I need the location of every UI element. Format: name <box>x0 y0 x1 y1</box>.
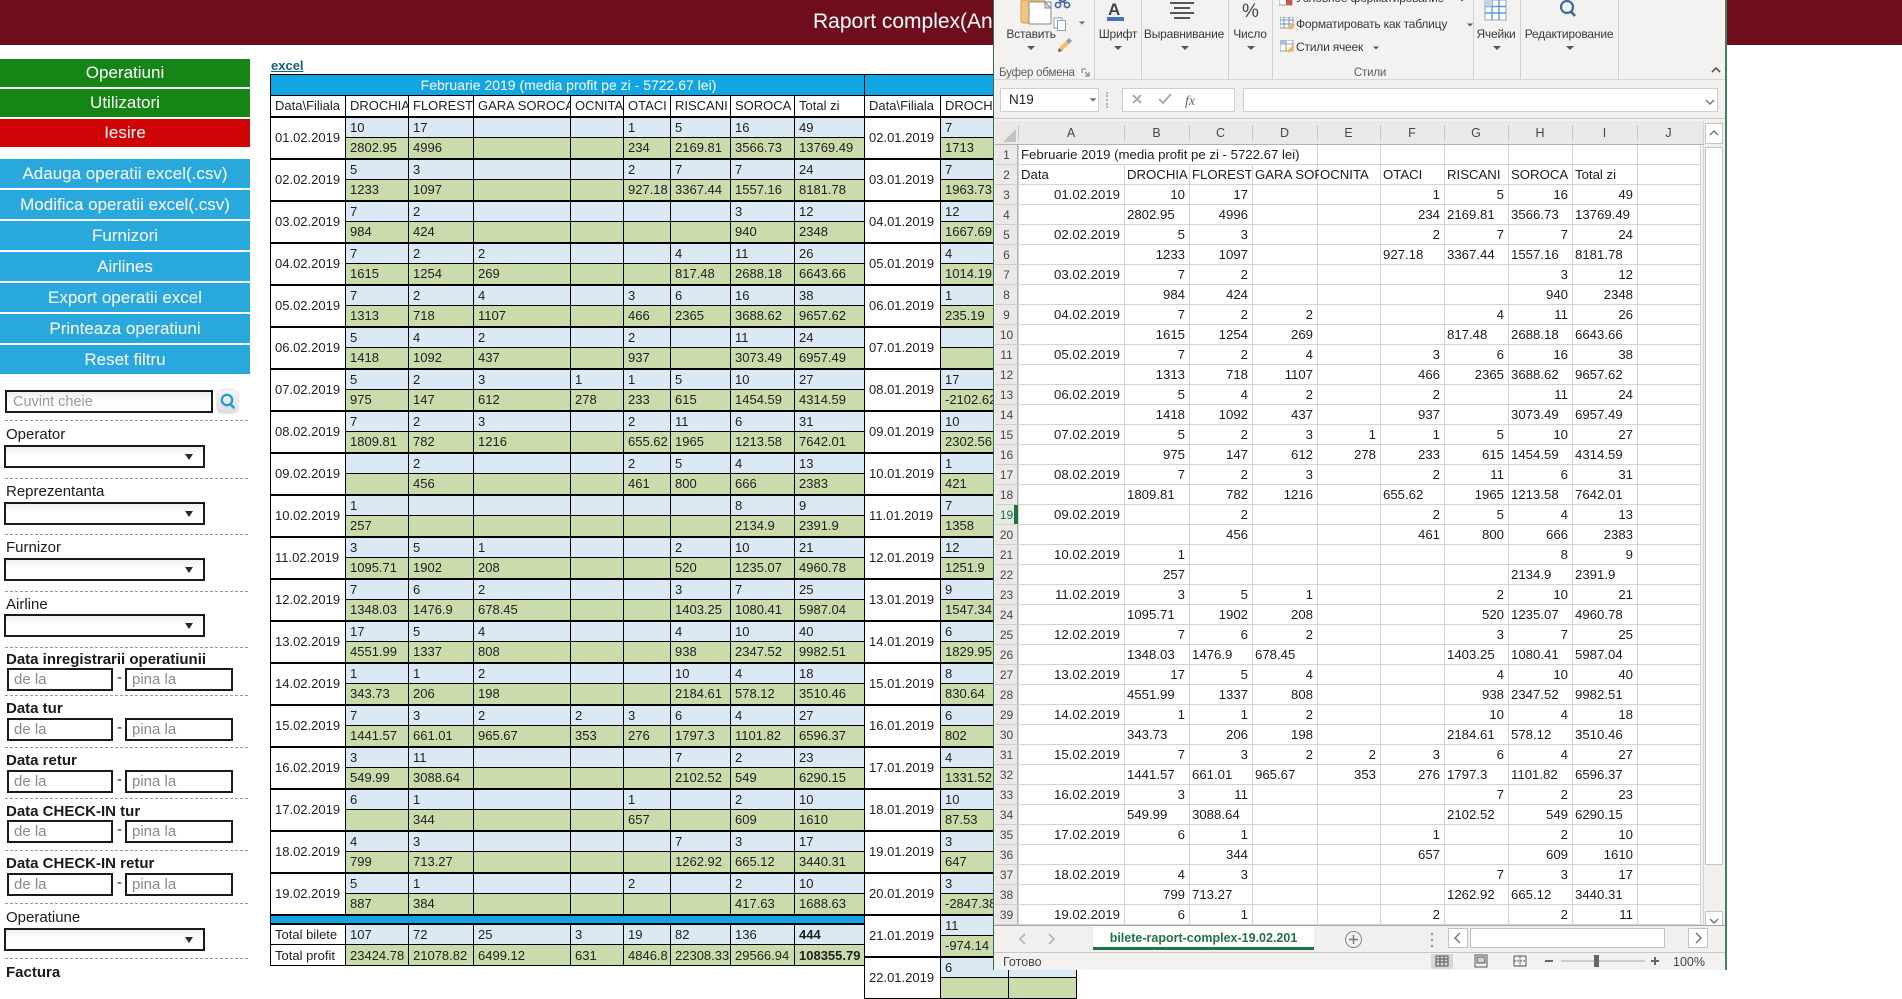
svg-text:100%: 100% <box>1673 955 1705 969</box>
svg-text:%: % <box>1242 1 1259 22</box>
svg-text:fx: fx <box>1185 94 1196 109</box>
svg-text:A: A <box>1108 0 1120 19</box>
